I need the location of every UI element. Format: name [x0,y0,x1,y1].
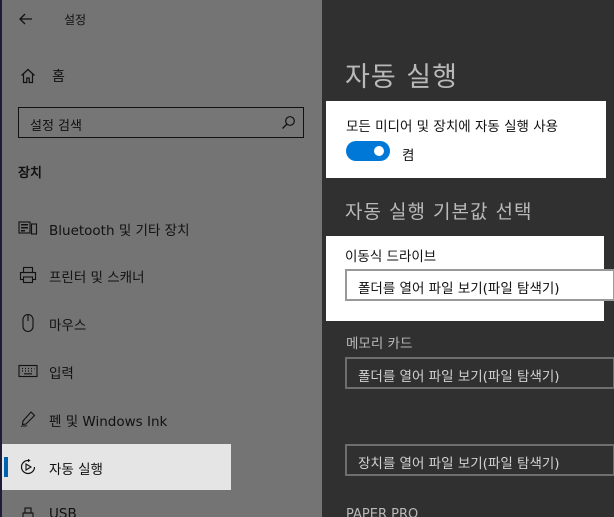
selection-indicator [4,457,8,477]
home-icon [21,68,35,84]
home-label: 홈 [52,69,65,85]
keyboard-icon [18,361,38,381]
printer-icon [18,265,38,285]
removable-drive-value: 폴더를 열어 파일 보기(파일 탐색기) [358,281,560,297]
autoplay-icon [18,457,38,477]
device-label: PAPER PRO [346,507,419,517]
sidebar-item-label: USB [49,506,77,517]
device-select[interactable]: 장치를 열어 파일 보기(파일 탐색기) [345,444,614,476]
sidebar-item-label: Bluetooth 및 기타 장치 [49,223,190,239]
home-nav[interactable]: 홈 [12,62,65,90]
app-title: 설정 [64,13,87,27]
sidebar-item-autoplay[interactable]: 자동 실행 [2,444,231,490]
sidebar-item-label: 프린터 및 스캐너 [49,270,145,286]
sidebar-item-bluetooth[interactable]: Bluetooth 및 기타 장치 [2,205,231,251]
autoplay-toggle-card: 모든 미디어 및 장치에 자동 실행 사용 켬 [326,101,606,178]
memory-card-label: 메모리 카드 [346,336,413,352]
search-icon[interactable] [281,115,296,130]
pen-icon [18,409,38,429]
autoplay-toggle-label: 모든 미디어 및 장치에 자동 실행 사용 [346,119,559,135]
sidebar-item-typing[interactable]: 입력 [2,348,231,394]
removable-drive-label: 이동식 드라이브 [345,249,437,265]
bluetooth-devices-icon [18,218,38,238]
toggle-knob [374,146,384,156]
back-arrow-icon [19,13,32,25]
settings-search-input[interactable]: 설정 검색 [18,107,304,138]
toggle-state-text: 켬 [402,148,415,164]
usb-icon [18,505,38,517]
sidebar-item-label: 자동 실행 [49,462,103,478]
memory-card-select[interactable]: 폴더를 열어 파일 보기(파일 탐색기) [345,357,614,389]
sidebar-item-label: 펜 및 Windows Ink [49,414,168,430]
autoplay-toggle-switch[interactable] [346,141,390,161]
sidebar-item-usb[interactable]: USB [2,492,231,517]
sidebar-item-printers[interactable]: 프린터 및 스캐너 [2,252,231,298]
sidebar-item-mouse[interactable]: 마우스 [2,300,231,346]
sidebar-item-label: 마우스 [49,318,87,334]
removable-drive-card: 이동식 드라이브 폴더를 열어 파일 보기(파일 탐색기) [326,236,614,321]
search-placeholder: 설정 검색 [30,119,82,134]
page-title: 자동 실행 [345,62,458,93]
back-button[interactable] [12,6,40,32]
section-header: 장치 [18,166,42,181]
title-bar: 설정 [0,0,322,38]
sidebar-item-pen[interactable]: 펜 및 Windows Ink [2,396,231,442]
memory-card-value: 폴더를 열어 파일 보기(파일 탐색기) [358,369,560,385]
defaults-section-title: 자동 실행 기본값 선택 [345,201,533,223]
removable-drive-select[interactable]: 폴더를 열어 파일 보기(파일 탐색기) [345,269,614,301]
sidebar-item-label: 입력 [49,366,74,382]
mouse-icon [18,313,38,333]
sidebar: 설정 홈 설정 검색 장치 Bluetooth 및 기타 장치 프린터 및 스캐… [0,0,322,517]
device-value: 장치를 열어 파일 보기(파일 탐색기) [358,456,560,472]
